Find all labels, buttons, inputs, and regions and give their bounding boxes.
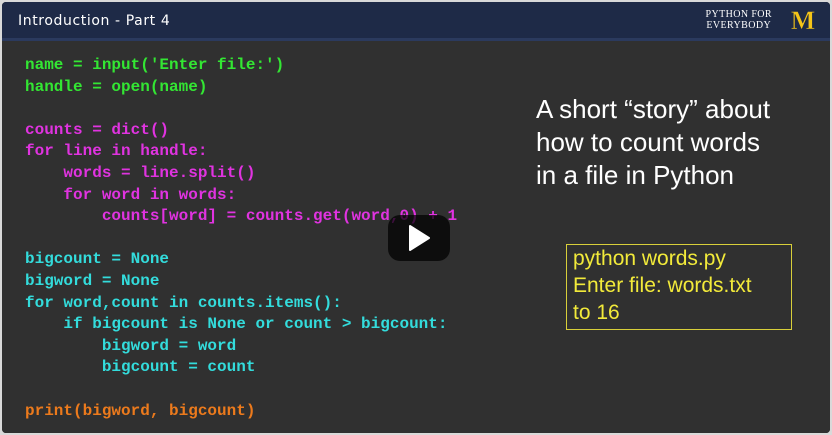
code-line: for line in handle: (25, 142, 208, 161)
brand-line-1: PYTHON FOR (705, 9, 772, 20)
code-line: handle = open(name) (25, 77, 208, 96)
code-line: words = line.split() (25, 163, 256, 182)
code-line: if bigcount is None or count > bigcount: (25, 315, 448, 334)
terminal-line-2: Enter file: words.txt (573, 274, 752, 297)
video-title-bar: Introduction - Part 4 PYTHON FOR EVERYBO… (2, 2, 830, 41)
michigan-logo-icon: M (790, 8, 816, 32)
terminal-line-3: to 16 (573, 301, 620, 324)
code-line: for word in words: (25, 185, 237, 204)
code-line: print(bigword, bigcount) (25, 401, 256, 420)
story-line-1: A short “story” about (536, 94, 771, 124)
code-line: bigword = word (25, 336, 237, 355)
code-line: for word,count in counts.items(): (25, 293, 342, 312)
play-icon (409, 225, 430, 251)
terminal-output-box: python words.py Enter file: words.txt to… (566, 244, 792, 330)
code-line: name = input('Enter file:') (25, 56, 285, 74)
video-player[interactable]: Introduction - Part 4 PYTHON FOR EVERYBO… (2, 2, 830, 433)
code-line: counts = dict() (25, 120, 170, 139)
code-line: bigword = None (25, 271, 160, 290)
brand-text: PYTHON FOR EVERYBODY (705, 9, 772, 31)
brand-line-2: EVERYBODY (706, 20, 772, 31)
video-title: Introduction - Part 4 (18, 13, 171, 29)
story-text: A short “story” about how to count words… (536, 93, 806, 192)
logo-letter: M (791, 8, 816, 32)
play-button[interactable] (388, 215, 450, 261)
story-line-3: in a file in Python (536, 160, 735, 190)
story-line-2: how to count words (536, 127, 761, 157)
terminal-line-1: python words.py (573, 247, 726, 270)
code-line: bigcount = count (25, 358, 256, 377)
